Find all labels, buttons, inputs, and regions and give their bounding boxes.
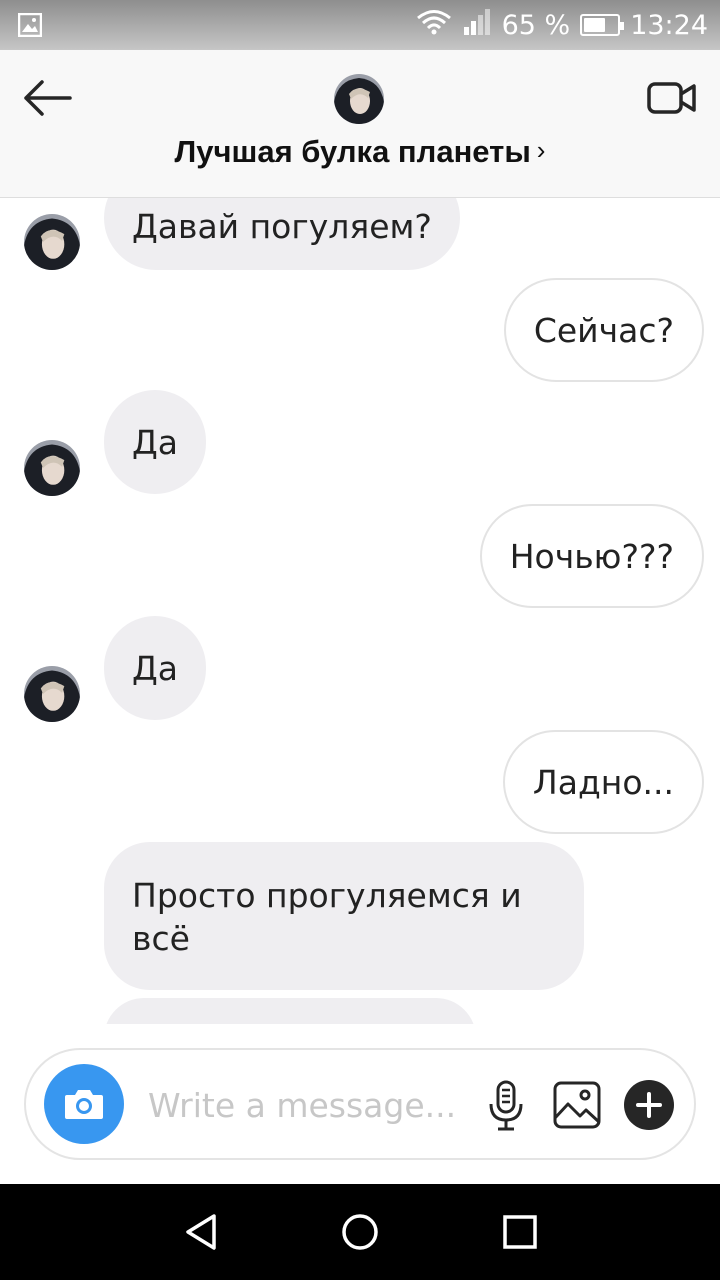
message-list[interactable]: Давай погуляем? Сейчас? Да Ночью??? Да Л…: [0, 198, 720, 1024]
contact-name: Лучшая булка планеты: [174, 134, 531, 169]
message-text: Давай погуляем?: [132, 206, 432, 246]
message-text: Ночью???: [509, 536, 674, 576]
video-call-button[interactable]: [646, 76, 698, 120]
incoming-message[interactable]: Давай погуляем?: [104, 198, 460, 270]
gallery-status-icon: [17, 12, 43, 42]
incoming-message[interactable]: Да: [104, 616, 207, 720]
nav-recents-button[interactable]: [488, 1200, 552, 1264]
wifi-icon: [416, 9, 452, 42]
microphone-icon: [489, 1080, 523, 1131]
signal-icon: [462, 8, 492, 42]
outgoing-message[interactable]: Сейчас?: [503, 278, 704, 382]
clock: 13:24: [630, 9, 708, 41]
chat-header: Лучшая булка планеты ›: [0, 50, 720, 198]
nav-home-button[interactable]: [328, 1200, 392, 1264]
camera-icon: [65, 1090, 103, 1119]
message-composer: [24, 1048, 696, 1160]
incoming-message[interactable]: Да: [104, 390, 207, 494]
message-text: Сейчас?: [533, 310, 674, 350]
avatar[interactable]: [24, 440, 80, 496]
more-options-button[interactable]: [624, 1080, 674, 1130]
message-text: Просто прогуляемся и всё: [132, 876, 522, 958]
message-text: Да: [132, 648, 179, 688]
plus-icon: [636, 1092, 662, 1118]
back-arrow-icon: [24, 80, 72, 116]
outgoing-message[interactable]: Ночью???: [479, 504, 704, 608]
battery-percent: 65 %: [501, 9, 571, 41]
nav-back-icon: [186, 1214, 216, 1250]
back-button[interactable]: [20, 76, 76, 120]
avatar[interactable]: [24, 666, 80, 722]
nav-back-button[interactable]: [170, 1200, 234, 1264]
system-nav-bar: [0, 1184, 720, 1280]
nav-recents-icon: [503, 1215, 537, 1249]
image-icon: [553, 1081, 601, 1129]
message-text: Да: [132, 422, 179, 462]
nav-home-icon: [342, 1214, 378, 1250]
microphone-button[interactable]: [486, 1080, 526, 1132]
chevron-right-icon: ›: [536, 134, 546, 165]
avatar[interactable]: [334, 74, 384, 124]
battery-icon: [580, 14, 625, 36]
message-text: Ладно...: [532, 762, 674, 802]
camera-button[interactable]: [44, 1064, 124, 1144]
incoming-message[interactable]: Просто прогуляемся и всё: [104, 842, 584, 990]
incoming-message-partial[interactable]: [104, 998, 476, 1024]
message-input[interactable]: [148, 1080, 458, 1130]
avatar[interactable]: [24, 214, 80, 270]
video-call-icon: [647, 82, 696, 114]
status-bar: 65 % 13:24: [0, 0, 720, 50]
outgoing-message[interactable]: Ладно...: [502, 730, 704, 834]
gallery-button[interactable]: [552, 1080, 602, 1130]
chat-title[interactable]: Лучшая булка планеты ›: [0, 134, 720, 170]
